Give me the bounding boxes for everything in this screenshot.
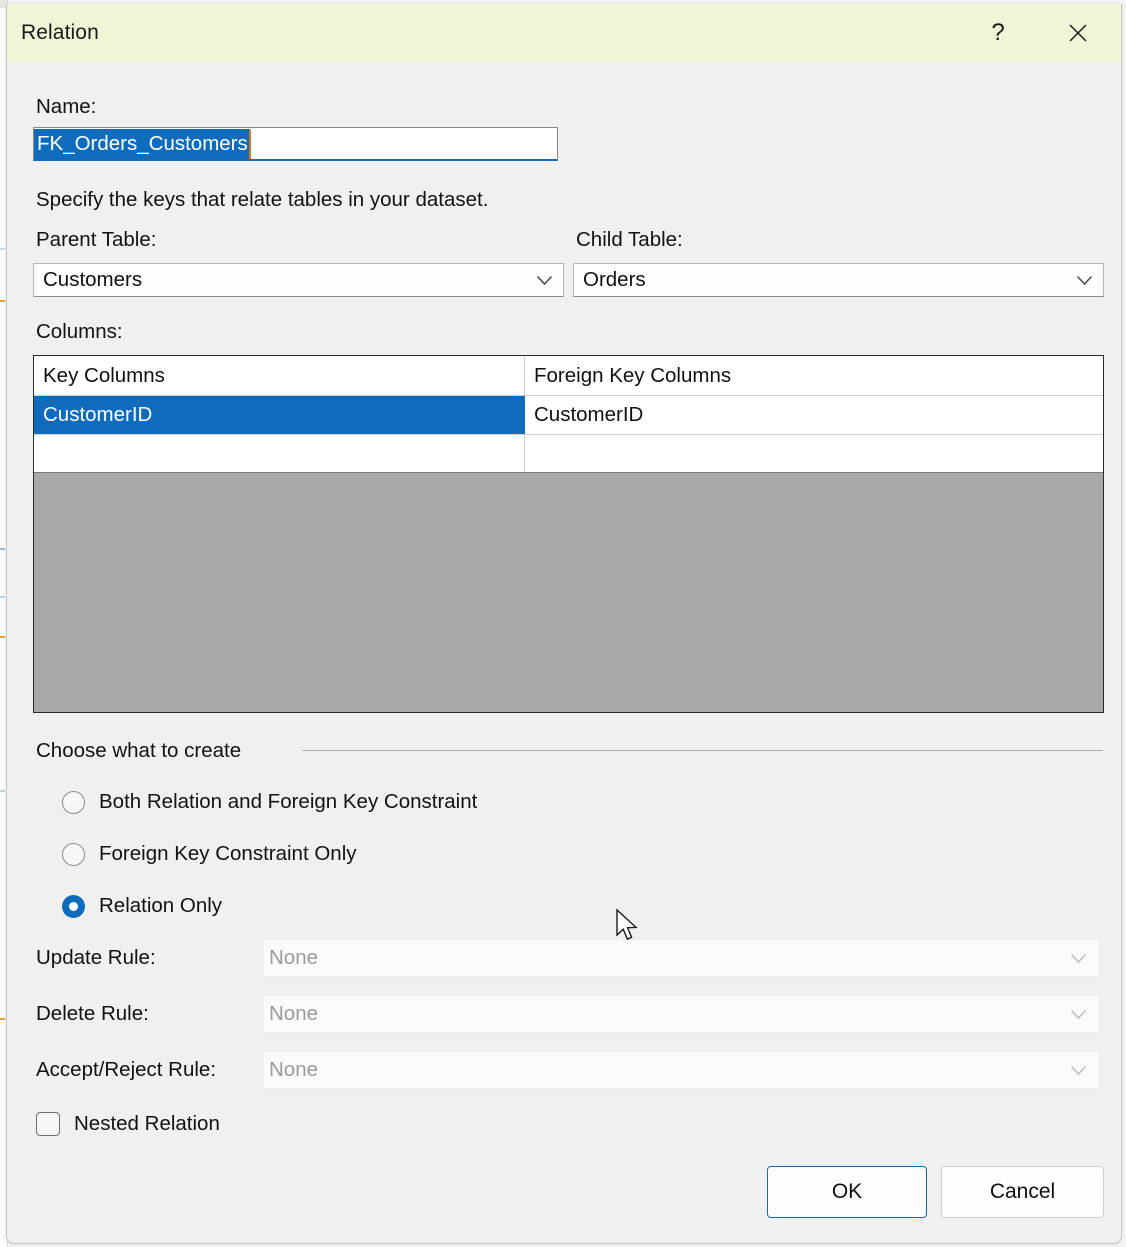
name-label: Name: <box>36 95 96 119</box>
cancel-button[interactable]: Cancel <box>941 1166 1104 1218</box>
chevron-down-icon <box>1070 1052 1087 1088</box>
relation-dialog: Relation ? Name: FK_Orders_Customers Spe… <box>6 4 1122 1244</box>
update-rule-select: None <box>263 939 1100 977</box>
child-table-value: Orders <box>583 264 646 296</box>
background-fleck <box>0 248 5 250</box>
instruction-text: Specify the keys that relate tables in y… <box>36 188 488 212</box>
delete-rule-value: None <box>269 996 318 1032</box>
close-button[interactable] <box>1047 4 1109 62</box>
radio-both-relation-and-fk-constraint[interactable]: Both Relation and Foreign Key Constraint <box>62 787 477 817</box>
parent-table-value: Customers <box>43 264 142 296</box>
table-row[interactable] <box>34 435 1103 473</box>
radio-label: Both Relation and Foreign Key Constraint <box>99 790 477 814</box>
checkbox-icon[interactable] <box>36 1112 60 1136</box>
background-fleck <box>0 548 5 550</box>
update-rule-label: Update Rule: <box>36 946 156 970</box>
radio-relation-only[interactable]: Relation Only <box>62 891 222 921</box>
group-separator <box>302 750 1103 751</box>
radio-icon <box>62 791 85 814</box>
radio-label: Foreign Key Constraint Only <box>99 842 357 866</box>
accept-reject-rule-value: None <box>269 1052 318 1088</box>
columns-label: Columns: <box>36 320 123 344</box>
update-rule-value: None <box>269 940 318 976</box>
grid-cell-key-column[interactable]: CustomerID <box>34 396 525 434</box>
close-icon <box>1067 22 1089 44</box>
parent-table-select[interactable]: Customers <box>33 263 564 297</box>
question-mark-icon: ? <box>991 21 1004 45</box>
chevron-down-icon <box>536 264 553 296</box>
ok-button[interactable]: OK <box>767 1166 927 1218</box>
nested-relation-label: Nested Relation <box>74 1112 220 1136</box>
child-table-label: Child Table: <box>576 228 683 252</box>
background-fleck <box>0 636 5 638</box>
accept-reject-rule-label: Accept/Reject Rule: <box>36 1058 216 1082</box>
chevron-down-icon <box>1070 996 1087 1032</box>
delete-rule-label: Delete Rule: <box>36 1002 149 1026</box>
nested-relation-checkbox-row[interactable]: Nested Relation <box>36 1109 220 1139</box>
background-fleck <box>0 300 5 302</box>
text-caret <box>249 130 251 159</box>
child-table-select[interactable]: Orders <box>573 263 1104 297</box>
radio-label: Relation Only <box>99 894 222 918</box>
background-fleck <box>0 596 5 598</box>
grid-header-row: Key Columns Foreign Key Columns <box>34 356 1103 396</box>
table-row[interactable]: CustomerID CustomerID <box>34 396 1103 435</box>
grid-header-key-columns: Key Columns <box>34 356 525 395</box>
grid-cell-foreign-key-column[interactable] <box>525 435 1103 472</box>
grid-cell-key-column[interactable] <box>34 435 525 472</box>
radio-icon <box>62 843 85 866</box>
chevron-down-icon <box>1076 264 1093 296</box>
choose-group-legend: Choose what to create <box>36 739 241 763</box>
columns-grid[interactable]: Key Columns Foreign Key Columns Customer… <box>33 355 1104 713</box>
chevron-down-icon <box>1070 940 1087 976</box>
dialog-title-bar: Relation ? <box>7 4 1121 62</box>
parent-table-label: Parent Table: <box>36 228 156 252</box>
delete-rule-select: None <box>263 995 1100 1033</box>
dialog-title: Relation <box>21 21 99 45</box>
radio-selected-icon <box>62 895 85 918</box>
name-input-value: FK_Orders_Customers <box>34 129 250 159</box>
accept-reject-rule-select: None <box>263 1051 1100 1089</box>
grid-cell-foreign-key-column[interactable]: CustomerID <box>525 396 1103 434</box>
name-input[interactable]: FK_Orders_Customers <box>33 127 558 161</box>
grid-header-foreign-key-columns: Foreign Key Columns <box>525 356 1103 395</box>
background-fleck <box>0 1018 5 1020</box>
help-button[interactable]: ? <box>967 4 1029 62</box>
background-fleck <box>0 790 5 792</box>
radio-foreign-key-constraint-only[interactable]: Foreign Key Constraint Only <box>62 839 357 869</box>
